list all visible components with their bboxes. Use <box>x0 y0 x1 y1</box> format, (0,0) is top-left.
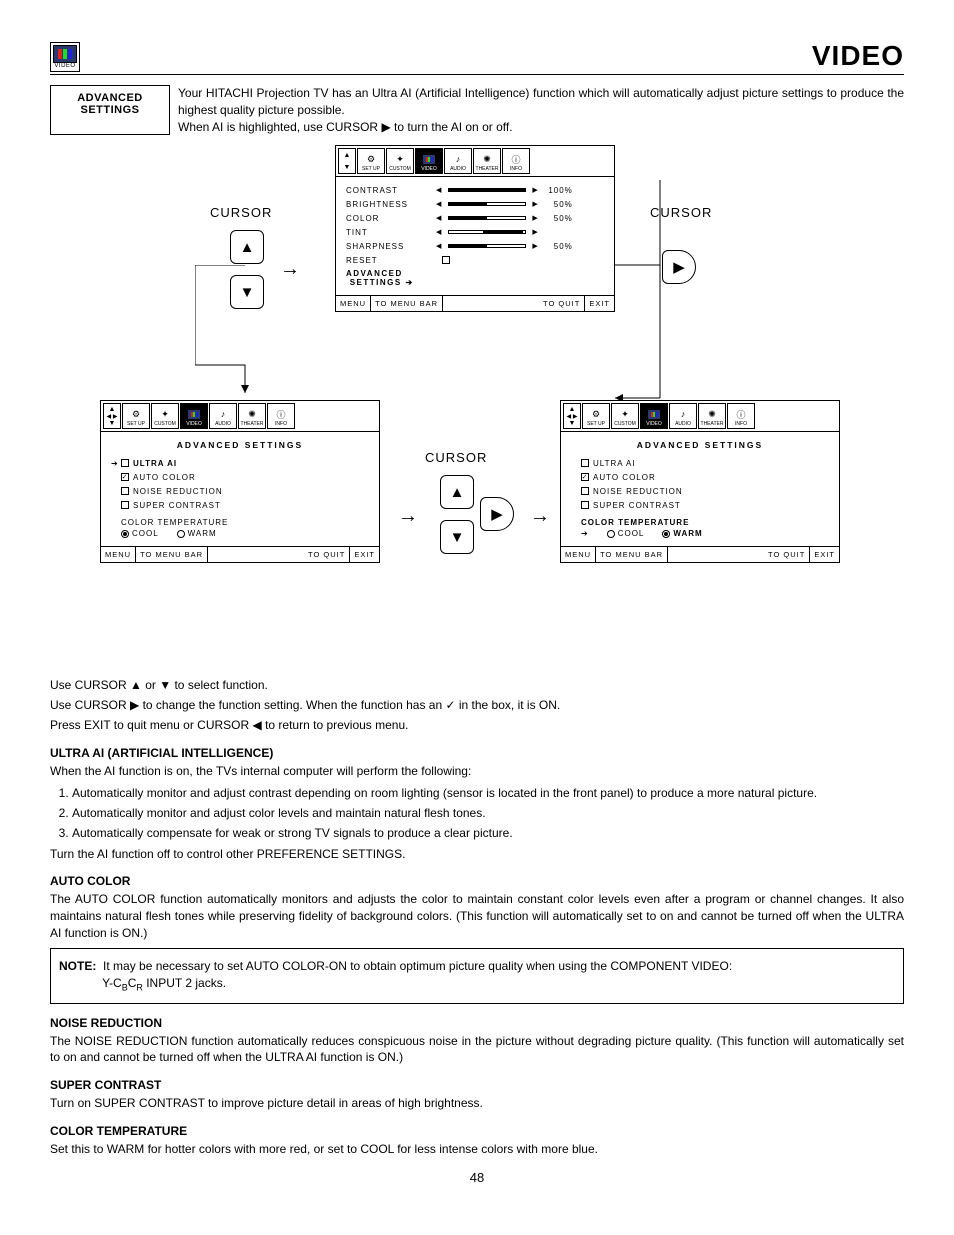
menu-bar: ▲◀ ▶▼ ⚙SET UP ✦CUSTOM VIDEO ♪AUDIO ✺THEA… <box>561 401 839 432</box>
nav-arrows-icon: ▲▼ <box>338 148 356 174</box>
cursor-label: CURSOR <box>210 205 272 220</box>
tab-info: ⓘINFO <box>267 403 295 429</box>
ultra-ai-off: Turn the AI function off to control othe… <box>50 846 904 863</box>
auto-color-heading: AUTO COLOR <box>50 874 904 888</box>
osd-footer: MENU TO MENU BAR TO QUIT EXIT <box>336 295 614 311</box>
cursor-right-button[interactable]: ▶ <box>662 250 696 284</box>
auto-color-p: The AUTO COLOR function automatically mo… <box>50 891 904 941</box>
arrow-icon: → <box>280 258 300 281</box>
tab-theater: ✺THEATER <box>473 148 501 174</box>
advanced-settings-box: ADVANCED SETTINGS <box>50 85 170 135</box>
tab-theater: ✺THEATER <box>238 403 266 429</box>
cursor-label: CURSOR <box>425 450 487 465</box>
body-text: Use CURSOR ▲ or ▼ to select function. Us… <box>50 677 904 1184</box>
tab-video: VIDEO <box>640 403 668 429</box>
list-item: Automatically monitor and adjust contras… <box>72 786 904 800</box>
osd-advanced-left: ▲◀ ▶▼ ⚙SET UP ✦CUSTOM VIDEO ♪AUDIO ✺THEA… <box>100 400 380 563</box>
menu-bar: ▲◀ ▶▼ ⚙SET UP ✦CUSTOM VIDEO ♪AUDIO ✺THEA… <box>101 401 379 432</box>
tab-setup: ⚙SET UP <box>357 148 385 174</box>
video-badge: VIDEO <box>50 42 80 72</box>
adv-body-left: ADVANCED SETTINGS➔ULTRA AI✓AUTO COLORNOI… <box>101 432 379 546</box>
tab-video: VIDEO <box>180 403 208 429</box>
osd-body: CONTRAST◀ ▶100%BRIGHTNESS◀ ▶50%COLOR◀ ▶5… <box>336 177 614 295</box>
cursor-up-button[interactable]: ▲ <box>440 475 474 509</box>
intro-p2b: to turn the AI on or off. <box>391 120 513 134</box>
note-box: NOTE: It may be necessary to set AUTO CO… <box>50 948 904 1004</box>
sc-p: Turn on SUPER CONTRAST to improve pictur… <box>50 1095 904 1112</box>
tab-info: ⓘINFO <box>727 403 755 429</box>
ultra-ai-heading: ULTRA AI (ARTIFICIAL INTELLIGENCE) <box>50 746 904 760</box>
diagram: ▲▼ ⚙SET UP ✦CUSTOM VIDEO ♪AUDIO ✺THEATER… <box>50 145 904 665</box>
cursor-down-button[interactable]: ▼ <box>230 275 264 309</box>
ultra-ai-list: Automatically monitor and adjust contras… <box>72 786 904 840</box>
tab-audio: ♪AUDIO <box>209 403 237 429</box>
tab-theater: ✺THEATER <box>698 403 726 429</box>
footer-quit: TO QUIT <box>442 296 584 311</box>
osd-footer: MENU TO MENU BAR TO QUIT EXIT <box>561 546 839 562</box>
page-number: 48 <box>50 1170 904 1185</box>
tab-audio: ♪AUDIO <box>669 403 697 429</box>
tab-info: ⓘINFO <box>502 148 530 174</box>
nr-heading: NOISE REDUCTION <box>50 1016 904 1030</box>
list-item: Automatically monitor and adjust color l… <box>72 806 904 820</box>
intro-p1: Your HITACHI Projection TV has an Ultra … <box>178 86 904 117</box>
adv-box-l2: SETTINGS <box>61 104 159 116</box>
footer-exit: EXIT <box>584 296 614 311</box>
nr-p: The NOISE REDUCTION function automatical… <box>50 1033 904 1067</box>
cursor-right-button[interactable]: ▶ <box>480 497 514 531</box>
ultra-ai-intro: When the AI function is on, the TVs inte… <box>50 763 904 780</box>
list-item: Automatically compensate for weak or str… <box>72 826 904 840</box>
intro-text: Your HITACHI Projection TV has an Ultra … <box>178 85 904 135</box>
note-text-1: It may be necessary to set AUTO COLOR-ON… <box>103 959 732 973</box>
page-header: VIDEO VIDEO <box>50 40 904 75</box>
nav-arrows-icon: ▲◀ ▶▼ <box>563 403 581 429</box>
ct-heading: COLOR TEMPERATURE <box>50 1124 904 1138</box>
tab-custom: ✦CUSTOM <box>611 403 639 429</box>
sc-heading: SUPER CONTRAST <box>50 1078 904 1092</box>
footer-menubar: TO MENU BAR <box>370 296 442 311</box>
cursor-down-button[interactable]: ▼ <box>440 520 474 554</box>
tab-custom: ✦CUSTOM <box>386 148 414 174</box>
tab-audio: ♪AUDIO <box>444 148 472 174</box>
tv-icon <box>53 45 77 63</box>
page-title: VIDEO <box>812 40 904 72</box>
osd-main-video: ▲▼ ⚙SET UP ✦CUSTOM VIDEO ♪AUDIO ✺THEATER… <box>335 145 615 312</box>
arrow-icon: → <box>398 505 418 528</box>
tab-setup: ⚙SET UP <box>122 403 150 429</box>
osd-advanced-right: ▲◀ ▶▼ ⚙SET UP ✦CUSTOM VIDEO ♪AUDIO ✺THEA… <box>560 400 840 563</box>
adv-box-l1: ADVANCED <box>61 92 159 104</box>
adv-body-right: ADVANCED SETTINGSULTRA AI✓AUTO COLORNOIS… <box>561 432 839 546</box>
intro-row: ADVANCED SETTINGS Your HITACHI Projectio… <box>50 85 904 135</box>
intro-p2a: When AI is highlighted, use CURSOR <box>178 120 381 134</box>
tab-setup: ⚙SET UP <box>582 403 610 429</box>
instr-3: Press EXIT to quit menu or CURSOR ◀ to r… <box>50 717 904 734</box>
note-ycbcr: Y-C <box>102 976 122 990</box>
menu-bar: ▲▼ ⚙SET UP ✦CUSTOM VIDEO ♪AUDIO ✺THEATER… <box>336 146 614 177</box>
footer-menu: MENU <box>336 296 370 311</box>
nav-arrows-icon: ▲◀ ▶▼ <box>103 403 121 429</box>
ct-p: Set this to WARM for hotter colors with … <box>50 1141 904 1158</box>
badge-label: VIDEO <box>53 63 77 69</box>
cursor-up-button[interactable]: ▲ <box>230 230 264 264</box>
cursor-label: CURSOR <box>650 205 712 220</box>
tab-video: VIDEO <box>415 148 443 174</box>
tab-custom: ✦CUSTOM <box>151 403 179 429</box>
osd-footer: MENU TO MENU BAR TO QUIT EXIT <box>101 546 379 562</box>
instr-2: Use CURSOR ▶ to change the function sett… <box>50 697 904 714</box>
instr-1: Use CURSOR ▲ or ▼ to select function. <box>50 677 904 694</box>
note-label: NOTE: <box>59 959 96 973</box>
arrow-icon: → <box>530 505 550 528</box>
